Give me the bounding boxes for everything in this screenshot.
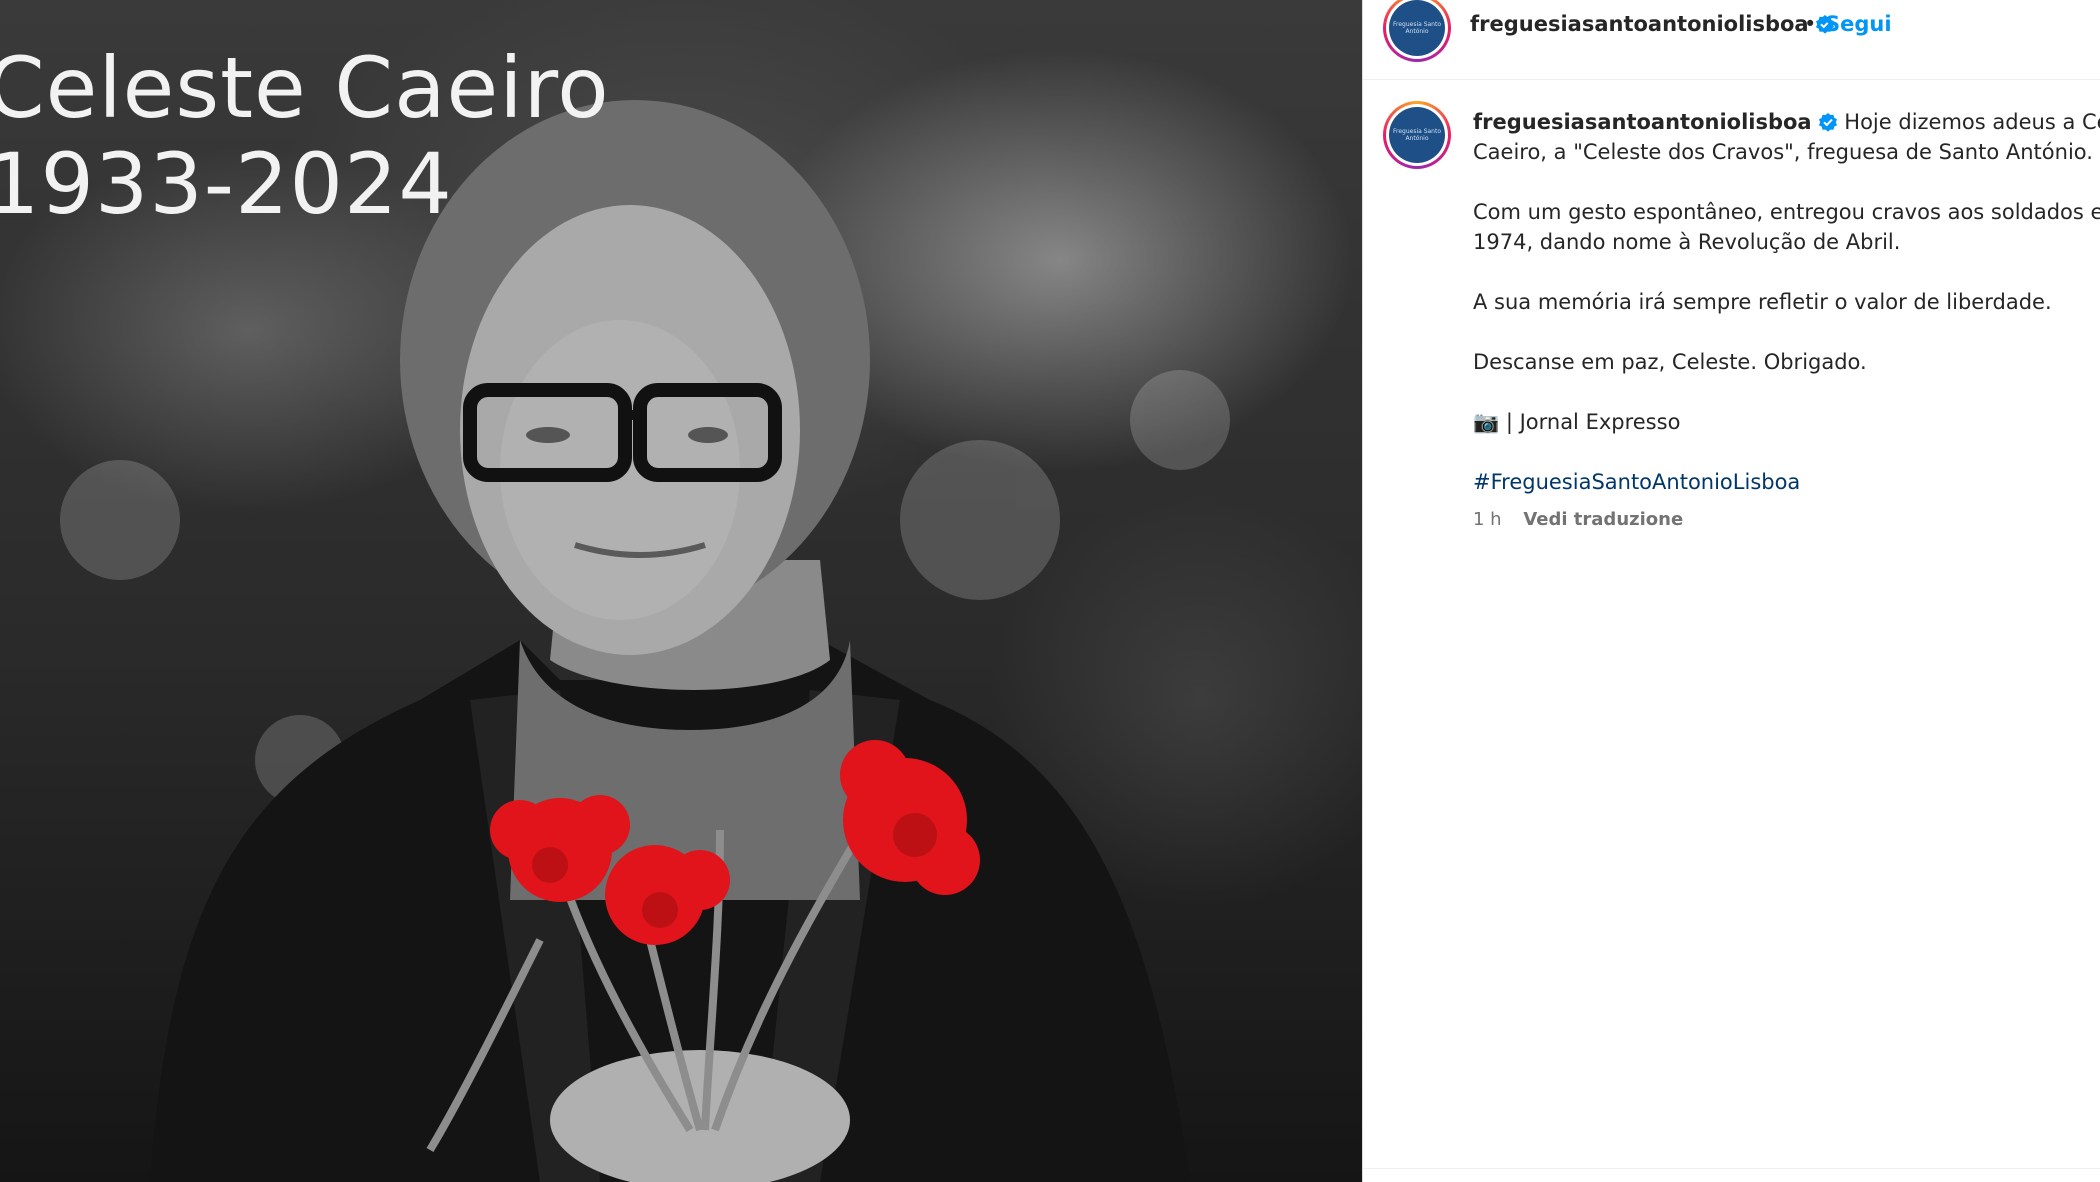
- caption-text-line: Caeiro, a "Celeste dos Cravos", freguesa…: [1473, 140, 2093, 164]
- caption-text-line: Hoje dizemos adeus a Celeste: [1844, 110, 2100, 134]
- verified-badge-icon: [1818, 113, 1837, 132]
- avatar-logo: Freguesia Santo António: [1389, 0, 1445, 56]
- post-image-title: Celeste Caeiro 1933-2024: [0, 40, 610, 232]
- title-name: Celeste Caeiro: [0, 39, 610, 137]
- caption-username[interactable]: freguesiasantoantoniolisboa: [1473, 110, 1812, 134]
- caption-text-line: 1974, dando nome à Revolução de Abril.: [1473, 230, 1901, 254]
- caption-body: freguesiasantoantoniolisboa Hoje dizemos…: [1473, 107, 2100, 535]
- post-header: Freguesia Santo António freguesiasantoan…: [1363, 0, 2100, 80]
- caption-meta: 1 h Vedi traduzione: [1473, 505, 2100, 535]
- follow-button[interactable]: Segui: [1825, 12, 1892, 36]
- avatar-logo: Freguesia Santo António: [1389, 107, 1445, 163]
- header-username[interactable]: freguesiasantoantoniolisboa: [1470, 12, 1809, 36]
- post-side-panel: Freguesia Santo António freguesiasantoan…: [1363, 0, 2100, 1182]
- caption-text-line: A sua memória irá sempre refletir o valo…: [1473, 290, 2052, 314]
- header-username-wrap[interactable]: freguesiasantoantoniolisboa: [1470, 12, 1835, 36]
- post-time[interactable]: 1 h: [1473, 505, 1502, 535]
- caption-avatar[interactable]: Freguesia Santo António: [1383, 101, 1451, 169]
- see-translation-button[interactable]: Vedi traduzione: [1523, 505, 1683, 535]
- header-separator: •: [1804, 12, 1817, 36]
- panel-bottom-divider: [1363, 1168, 2100, 1169]
- caption-text-line: Com um gesto espontâneo, entregou cravos…: [1473, 200, 2100, 224]
- caption-text-line: Descanse em paz, Celeste. Obrigado.: [1473, 350, 1867, 374]
- header-avatar[interactable]: Freguesia Santo António: [1383, 0, 1451, 62]
- photo-credit: 📷 | Jornal Expresso: [1473, 410, 1681, 434]
- hashtag-link[interactable]: #FreguesiaSantoAntonioLisboa: [1473, 470, 1800, 494]
- post-image[interactable]: Celeste Caeiro 1933-2024: [0, 0, 1362, 1182]
- title-years: 1933-2024: [0, 135, 453, 233]
